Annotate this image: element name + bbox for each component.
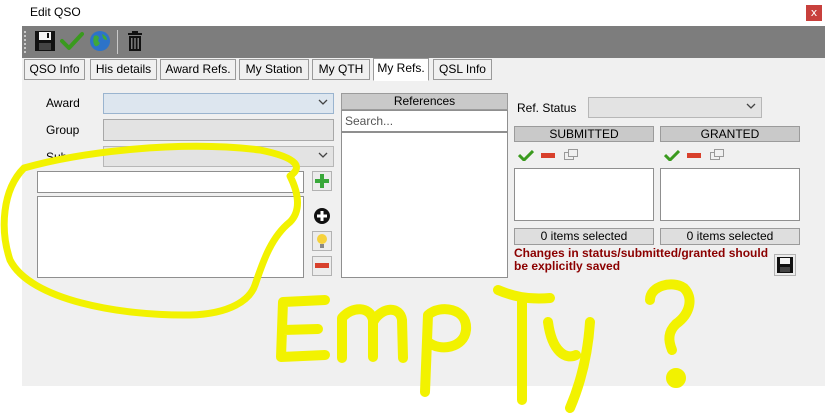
tab-my-refs[interactable]: My Refs. xyxy=(373,58,429,81)
granted-header: GRANTED xyxy=(660,126,800,142)
add-circle-icon xyxy=(314,208,330,224)
minus-icon xyxy=(315,263,329,268)
save-icon xyxy=(35,31,55,51)
granted-count: 0 items selected xyxy=(660,228,800,245)
granted-check-icon[interactable] xyxy=(664,150,680,161)
lightbulb-icon xyxy=(317,234,327,248)
submitted-toolbar xyxy=(514,143,654,165)
tab-my-qth[interactable]: My QTH xyxy=(312,59,370,80)
close-button[interactable]: x xyxy=(806,5,822,21)
lookup-button[interactable] xyxy=(88,29,112,53)
references-search-input[interactable] xyxy=(341,110,508,132)
group-field xyxy=(103,119,334,141)
references-list[interactable] xyxy=(341,132,508,278)
tab-my-station[interactable]: My Station xyxy=(239,59,309,80)
plus-icon xyxy=(315,174,329,188)
granted-toolbar xyxy=(660,143,800,165)
chevron-down-icon xyxy=(318,99,328,105)
toolbar-grip[interactable] xyxy=(24,31,28,53)
my-ref-input[interactable] xyxy=(37,171,304,193)
save-icon xyxy=(777,257,793,273)
title-bar: Edit QSO x xyxy=(0,0,825,26)
chevron-down-icon xyxy=(318,152,328,158)
granted-copy-icon[interactable] xyxy=(710,149,724,160)
confirm-button[interactable] xyxy=(60,29,84,53)
sub-label: Sub xyxy=(46,150,68,164)
remove-ref-button[interactable] xyxy=(312,256,332,276)
save-warning-text: Changes in status/submitted/granted shou… xyxy=(514,246,769,273)
add-ref-button[interactable] xyxy=(312,171,332,191)
globe-icon xyxy=(90,31,110,51)
submitted-minus-icon[interactable] xyxy=(541,153,555,158)
checkmark-icon xyxy=(60,32,84,50)
references-header: References xyxy=(341,93,508,110)
trash-icon xyxy=(128,31,142,51)
submitted-header: SUBMITTED xyxy=(514,126,654,142)
submitted-list[interactable] xyxy=(514,168,654,221)
toolbar-separator xyxy=(117,30,118,54)
edit-qso-window: QSO Info His details Award Refs. My Stat… xyxy=(22,26,825,386)
submitted-count: 0 items selected xyxy=(514,228,654,245)
granted-list[interactable] xyxy=(660,168,800,221)
delete-button[interactable] xyxy=(123,29,147,53)
tab-qsl-info[interactable]: QSL Info xyxy=(433,59,492,80)
toolbar xyxy=(22,26,825,58)
hint-button[interactable] xyxy=(312,231,332,251)
add-circle-button[interactable] xyxy=(312,206,332,226)
granted-minus-icon[interactable] xyxy=(687,153,701,158)
tab-qso-info[interactable]: QSO Info xyxy=(24,59,85,80)
award-label: Award xyxy=(46,96,80,110)
sub-select[interactable] xyxy=(103,146,334,167)
tab-his-details[interactable]: His details xyxy=(90,59,157,80)
submitted-check-icon[interactable] xyxy=(518,150,534,161)
chevron-down-icon xyxy=(746,103,756,109)
save-status-button[interactable] xyxy=(774,254,796,276)
tab-award-refs[interactable]: Award Refs. xyxy=(160,59,236,80)
window-title: Edit QSO xyxy=(30,5,81,19)
ref-status-select[interactable] xyxy=(588,97,762,118)
group-label: Group xyxy=(46,123,80,137)
submitted-copy-icon[interactable] xyxy=(564,149,578,160)
award-select[interactable] xyxy=(103,93,334,114)
save-button[interactable] xyxy=(33,29,57,53)
ref-status-label: Ref. Status xyxy=(517,101,577,115)
my-refs-list[interactable] xyxy=(37,196,304,278)
